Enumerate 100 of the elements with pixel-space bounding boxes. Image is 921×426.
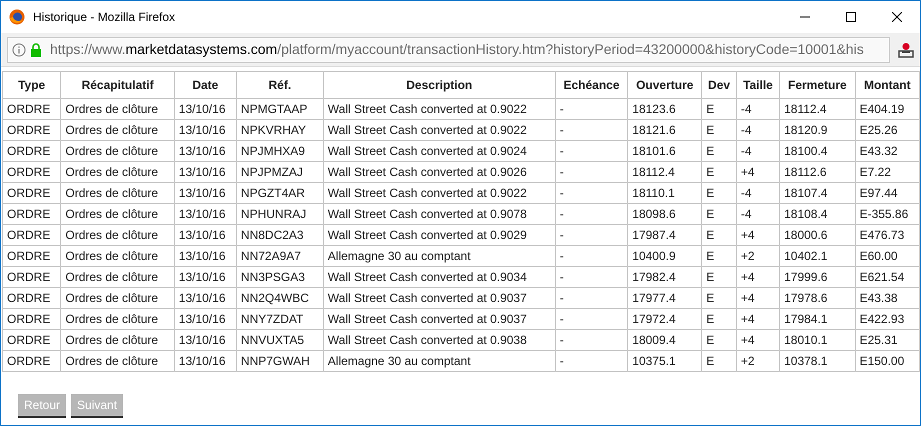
table-cell: 18112.6 (780, 162, 856, 182)
table-cell: 18123.6 (628, 98, 702, 120)
table-cell: 13/10/16 (174, 182, 236, 204)
table-cell: NPJMHXA9 (236, 140, 324, 162)
table-cell: -4 (736, 120, 780, 140)
notification-icon[interactable] (898, 42, 914, 58)
table-cell: Wall Street Cash converted at 0.9024 (323, 140, 556, 162)
table-cell: Ordres de clôture (60, 224, 174, 246)
table-cell: E (702, 288, 736, 308)
table-cell: Wall Street Cash converted at 0.9078 (323, 204, 556, 224)
table-cell: Wall Street Cash converted at 0.9038 (323, 330, 556, 350)
table-cell: 18000.6 (780, 224, 856, 246)
table-cell: E (702, 350, 736, 372)
table-cell: ORDRE (2, 182, 61, 204)
table-cell: E476.73 (855, 224, 920, 246)
table-cell: Ordres de clôture (60, 162, 174, 182)
column-header: Fermeture (780, 72, 856, 98)
table-cell: NNY7ZDAT (236, 308, 324, 330)
table-cell: 13/10/16 (174, 288, 236, 308)
table-cell: 13/10/16 (174, 98, 236, 120)
column-header: Taille (736, 72, 780, 98)
table-cell: 17972.4 (628, 308, 702, 330)
table-cell: Wall Street Cash converted at 0.9022 (323, 120, 556, 140)
table-cell: ORDRE (2, 204, 61, 224)
table-cell: E7.22 (855, 162, 920, 182)
table-cell: - (555, 98, 628, 120)
table-cell: NN8DC2A3 (236, 224, 324, 246)
table-cell: Ordres de clôture (60, 140, 174, 162)
table-cell: 10378.1 (780, 350, 856, 372)
table-cell: -4 (736, 140, 780, 162)
table-cell: Allemagne 30 au comptant (323, 350, 556, 372)
table-cell: Ordres de clôture (60, 266, 174, 288)
info-icon[interactable] (12, 42, 26, 56)
table-cell: +2 (736, 246, 780, 266)
table-cell: NPMGTAAP (236, 98, 324, 120)
table-cell: 10402.1 (780, 246, 856, 266)
table-cell: Ordres de clôture (60, 350, 174, 372)
table-cell: 18101.6 (628, 140, 702, 162)
table-cell: E43.32 (855, 140, 920, 162)
table-cell: Wall Street Cash converted at 0.9029 (323, 224, 556, 246)
close-icon[interactable] (892, 12, 902, 22)
table-cell: Ordres de clôture (60, 246, 174, 266)
table-cell: - (555, 330, 628, 350)
table-cell: Ordres de clôture (60, 182, 174, 204)
column-header: Ouverture (628, 72, 702, 98)
table-cell: ORDRE (2, 266, 61, 288)
table-cell: 17984.1 (780, 308, 856, 330)
table-cell: 17978.6 (780, 288, 856, 308)
table-cell: Wall Street Cash converted at 0.9022 (323, 182, 556, 204)
table-cell: NNVUXTA5 (236, 330, 324, 350)
table-cell: - (555, 224, 628, 246)
table-cell: 18010.1 (780, 330, 856, 350)
table-cell: 18100.4 (780, 140, 856, 162)
table-cell: +4 (736, 224, 780, 246)
table-cell: E404.19 (855, 98, 920, 120)
table-cell: 18108.4 (780, 204, 856, 224)
table-cell: NPGZT4AR (236, 182, 324, 204)
table-cell: Wall Street Cash converted at 0.9022 (323, 98, 556, 120)
table-cell: - (555, 266, 628, 288)
table-cell: 13/10/16 (174, 162, 236, 182)
table-cell: Wall Street Cash converted at 0.9026 (323, 162, 556, 182)
table-cell: 17982.4 (628, 266, 702, 288)
table-cell: ORDRE (2, 120, 61, 140)
table-cell: E (702, 246, 736, 266)
table-cell: Ordres de clôture (60, 288, 174, 308)
table-cell: ORDRE (2, 98, 61, 120)
table-cell: 18009.4 (628, 330, 702, 350)
table-cell: -4 (736, 98, 780, 120)
table-cell: 18121.6 (628, 120, 702, 140)
table-cell: ORDRE (2, 330, 61, 350)
table-cell: 13/10/16 (174, 224, 236, 246)
table-cell: 13/10/16 (174, 120, 236, 140)
table-cell: 13/10/16 (174, 204, 236, 224)
table-cell: 18120.9 (780, 120, 856, 140)
table-cell: E (702, 204, 736, 224)
table-cell: +4 (736, 288, 780, 308)
table-cell: - (555, 350, 628, 372)
table-cell: +4 (736, 162, 780, 182)
table-cell: -4 (736, 204, 780, 224)
column-header: Type (2, 72, 61, 98)
table-cell: E (702, 162, 736, 182)
table-cell: Ordres de clôture (60, 308, 174, 330)
table-cell: Ordres de clôture (60, 120, 174, 140)
table-cell: E (702, 224, 736, 246)
table-cell: Wall Street Cash converted at 0.9037 (323, 308, 556, 330)
table-cell: +2 (736, 350, 780, 372)
table-cell: NN72A9A7 (236, 246, 324, 266)
table-cell: E (702, 182, 736, 204)
column-header: Date (174, 72, 236, 98)
maximize-icon[interactable] (846, 12, 856, 22)
table-cell: ORDRE (2, 246, 61, 266)
column-header: Récapitulatif (60, 72, 174, 98)
table-cell: Ordres de clôture (60, 204, 174, 224)
table-cell: - (555, 246, 628, 266)
table-cell: E (702, 140, 736, 162)
table-cell: ORDRE (2, 350, 61, 372)
column-header: Montant (855, 72, 920, 98)
table-cell: Wall Street Cash converted at 0.9034 (323, 266, 556, 288)
table-cell: E (702, 266, 736, 288)
table-cell: +4 (736, 266, 780, 288)
